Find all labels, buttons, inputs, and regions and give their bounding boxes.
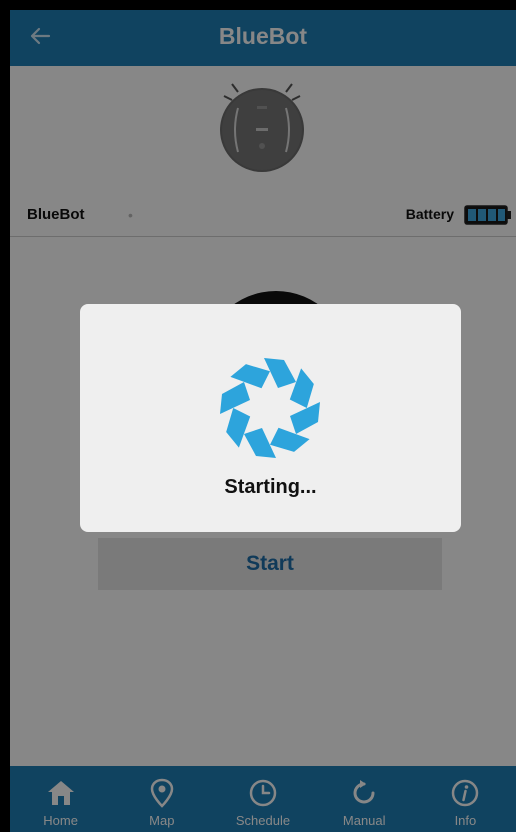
spinner-icon — [220, 358, 320, 458]
loading-dialog: Starting... — [80, 304, 461, 532]
app-screen: BlueBot BlueBot • Battery Start Home Map… — [10, 10, 516, 832]
loading-message: Starting... — [224, 476, 317, 498]
